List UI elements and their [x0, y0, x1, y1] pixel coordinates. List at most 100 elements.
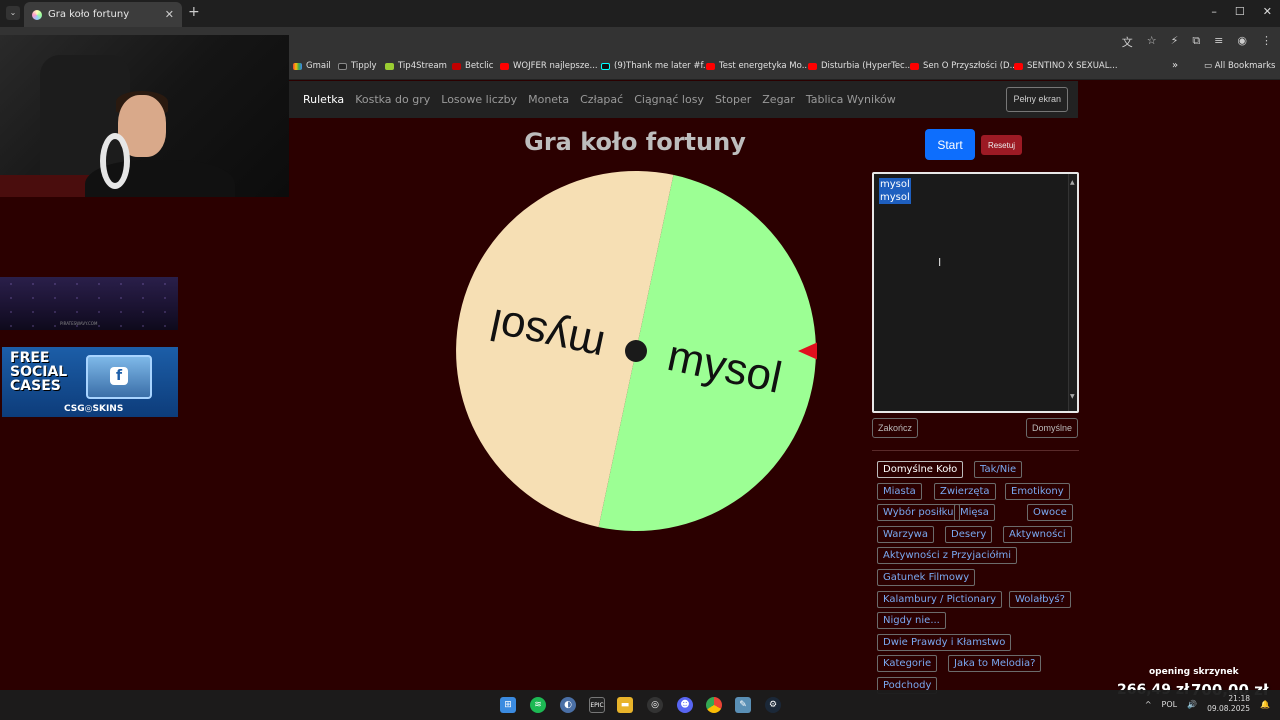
scroll-down-icon[interactable]: ▼ [1070, 390, 1075, 403]
preset-button[interactable]: Wybór posiłku [877, 504, 960, 521]
start-button[interactable]: Start [925, 129, 975, 160]
nav-item[interactable]: Zegar [762, 93, 795, 106]
epic-games-icon[interactable]: EPIC [589, 697, 605, 713]
fullscreen-button[interactable]: Pełny ekran [1006, 87, 1068, 112]
discord-icon[interactable]: ☻ [677, 697, 693, 713]
nav-item[interactable]: Stoper [715, 93, 751, 106]
bookmark-item[interactable]: Tip4Stream [385, 61, 447, 71]
obs-icon[interactable]: ◎ [647, 697, 663, 713]
bookmark-star-icon[interactable]: ☆ [1147, 34, 1157, 50]
reset-button[interactable]: Resetuj [981, 135, 1022, 155]
window-controls: – ☐ ✕ [1211, 5, 1272, 18]
preset-button[interactable]: Emotikony [1005, 483, 1070, 500]
bookmark-item[interactable]: SENTINO X SEXUAL... [1014, 61, 1118, 71]
entry-line: mysol [879, 191, 911, 204]
bookmark-label: SENTINO X SEXUAL... [1027, 61, 1118, 71]
tab-close-icon[interactable]: ✕ [165, 8, 174, 21]
bookmark-item[interactable]: Sen O Przyszłości (D... [910, 61, 1018, 71]
preset-button[interactable]: Aktywności z Przyjaciółmi [877, 547, 1017, 564]
preset-button[interactable]: Desery [945, 526, 993, 543]
scroll-up-icon[interactable]: ▲ [1070, 176, 1075, 189]
fortune-wheel[interactable]: mysol mysol [455, 170, 818, 532]
bookmark-item[interactable]: Disturbia (HyperTec... [808, 61, 913, 71]
facebook-icon: f [110, 367, 128, 385]
nav-item[interactable]: Ciągnąć losy [634, 93, 704, 106]
preset-button[interactable]: Zwierzęta [934, 483, 996, 500]
preset-button[interactable]: Mięsa [954, 504, 995, 521]
site-nav: Ruletka Kostka do gry Losowe liczby Moneta C… [289, 81, 1078, 118]
puzzle-icon[interactable]: ⧉ [1192, 34, 1200, 50]
preset-button[interactable]: Gatunek Filmowy [877, 569, 976, 586]
file-explorer-icon[interactable]: ▬ [617, 697, 633, 713]
preset-button[interactable]: Wolałbyś? [1009, 591, 1071, 608]
preset-button[interactable]: Owoce [1027, 504, 1073, 521]
bookmark-item[interactable]: Test energetyka Mo... [706, 61, 810, 71]
browser-tab[interactable]: Gra koło fortuny ✕ [24, 2, 182, 27]
bookmarks-overflow-icon[interactable]: » [1172, 60, 1178, 71]
bookmark-item[interactable]: (9)Thank me later #f... [601, 61, 711, 71]
bookmark-favicon-icon [808, 62, 817, 70]
speaker-icon[interactable]: 🔊 [1187, 700, 1197, 709]
nav-item[interactable]: Kostka do gry [355, 93, 430, 106]
nav-item[interactable]: Człapać [580, 93, 623, 106]
spotify-icon[interactable]: ≋ [530, 697, 546, 713]
chrome-icon[interactable] [706, 697, 722, 713]
nav-item[interactable]: Losowe liczby [441, 93, 517, 106]
maximize-button[interactable]: ☐ [1235, 5, 1245, 18]
nav-item[interactable]: Ruletka [303, 93, 344, 106]
new-tab-button[interactable]: + [188, 4, 200, 20]
notepad-icon[interactable]: ✎ [735, 697, 751, 713]
preset-button[interactable]: Nigdy nie... [877, 612, 946, 629]
entries-textarea[interactable]: mysol mysol I ▲ ▼ [872, 172, 1079, 413]
preset-button[interactable]: Jaka to Melodia? [948, 655, 1042, 672]
nav-item[interactable]: Moneta [528, 93, 569, 106]
language-indicator[interactable]: POL [1162, 700, 1178, 709]
bookmark-label: Tipply [351, 61, 377, 71]
preset-button[interactable]: Dwie Prawdy i Kłamstwo [877, 634, 1012, 651]
divider [872, 450, 1079, 451]
close-window-button[interactable]: ✕ [1263, 5, 1272, 18]
preset-button[interactable]: Warzywa [877, 526, 934, 543]
media-icon[interactable]: ≡ [1214, 34, 1223, 50]
clock[interactable]: 21:18 09.08.2025 [1207, 694, 1250, 714]
webcam-overlay [0, 35, 289, 197]
bookmark-item[interactable]: Gmail [293, 61, 331, 71]
extension-icon[interactable]: ⚡ [1171, 34, 1179, 50]
bookmark-item[interactable]: WOJFER najlepsze... [500, 61, 598, 71]
windows-taskbar: ⊞ ≋ ◐ EPIC ▬ ◎ ☻ ✎ ⚙ ^ POL 🔊 21:18 09.08… [0, 690, 1280, 720]
bookmark-favicon-icon [1014, 62, 1023, 70]
bookmark-label: Gmail [306, 61, 331, 71]
profile-icon[interactable]: ◉ [1237, 34, 1247, 50]
bookmark-item[interactable]: Betclic [452, 61, 493, 71]
bookmark-favicon-icon [293, 62, 302, 70]
textarea-scrollbar[interactable]: ▲ ▼ [1068, 174, 1077, 411]
translate-icon[interactable]: 文 [1122, 34, 1133, 50]
minimize-button[interactable]: – [1211, 5, 1217, 18]
tab-search-button[interactable]: ⌄ [6, 6, 20, 20]
bookmark-item[interactable]: Tipply [338, 61, 376, 71]
preset-button[interactable]: Aktywności [1003, 526, 1072, 543]
notification-icon[interactable]: 🔔 [1260, 700, 1270, 709]
finish-button[interactable]: Zakończ [872, 418, 919, 438]
menu-icon[interactable]: ⋮ [1261, 34, 1272, 50]
bookmark-favicon-icon [910, 62, 919, 70]
tab-title: Gra koło fortuny [48, 9, 130, 20]
preset-button[interactable]: Kategorie [877, 655, 938, 672]
default-button[interactable]: Domyślne [1026, 418, 1079, 438]
ad-brand: CSG◎SKINS [64, 404, 124, 414]
app-icon[interactable]: ◐ [560, 697, 576, 713]
ad-banner-csgo-skins[interactable]: FREE SOCIAL CASES f CSG◎SKINS [2, 347, 178, 417]
preset-button[interactable]: Miasta [877, 483, 922, 500]
wheel-svg: mysolmysol [456, 171, 818, 531]
nav-item[interactable]: Tablica Wyników [806, 93, 896, 106]
preset-button[interactable]: Tak/Nie [974, 461, 1023, 478]
bookmark-favicon-icon [385, 62, 394, 70]
tray-chevron-icon[interactable]: ^ [1145, 700, 1152, 709]
preset-button[interactable]: Domyślne Koło [877, 461, 964, 478]
start-menu-icon[interactable]: ⊞ [500, 697, 516, 713]
ad-banner-dark[interactable]: PIRATESWAVY.COM [0, 277, 178, 330]
steam-icon[interactable]: ⚙ [765, 697, 781, 713]
preset-button[interactable]: Kalambury / Pictionary [877, 591, 1002, 608]
all-bookmarks-button[interactable]: ▭ All Bookmarks [1204, 61, 1275, 71]
system-tray: ^ POL 🔊 21:18 09.08.2025 🔔 [1145, 694, 1270, 714]
